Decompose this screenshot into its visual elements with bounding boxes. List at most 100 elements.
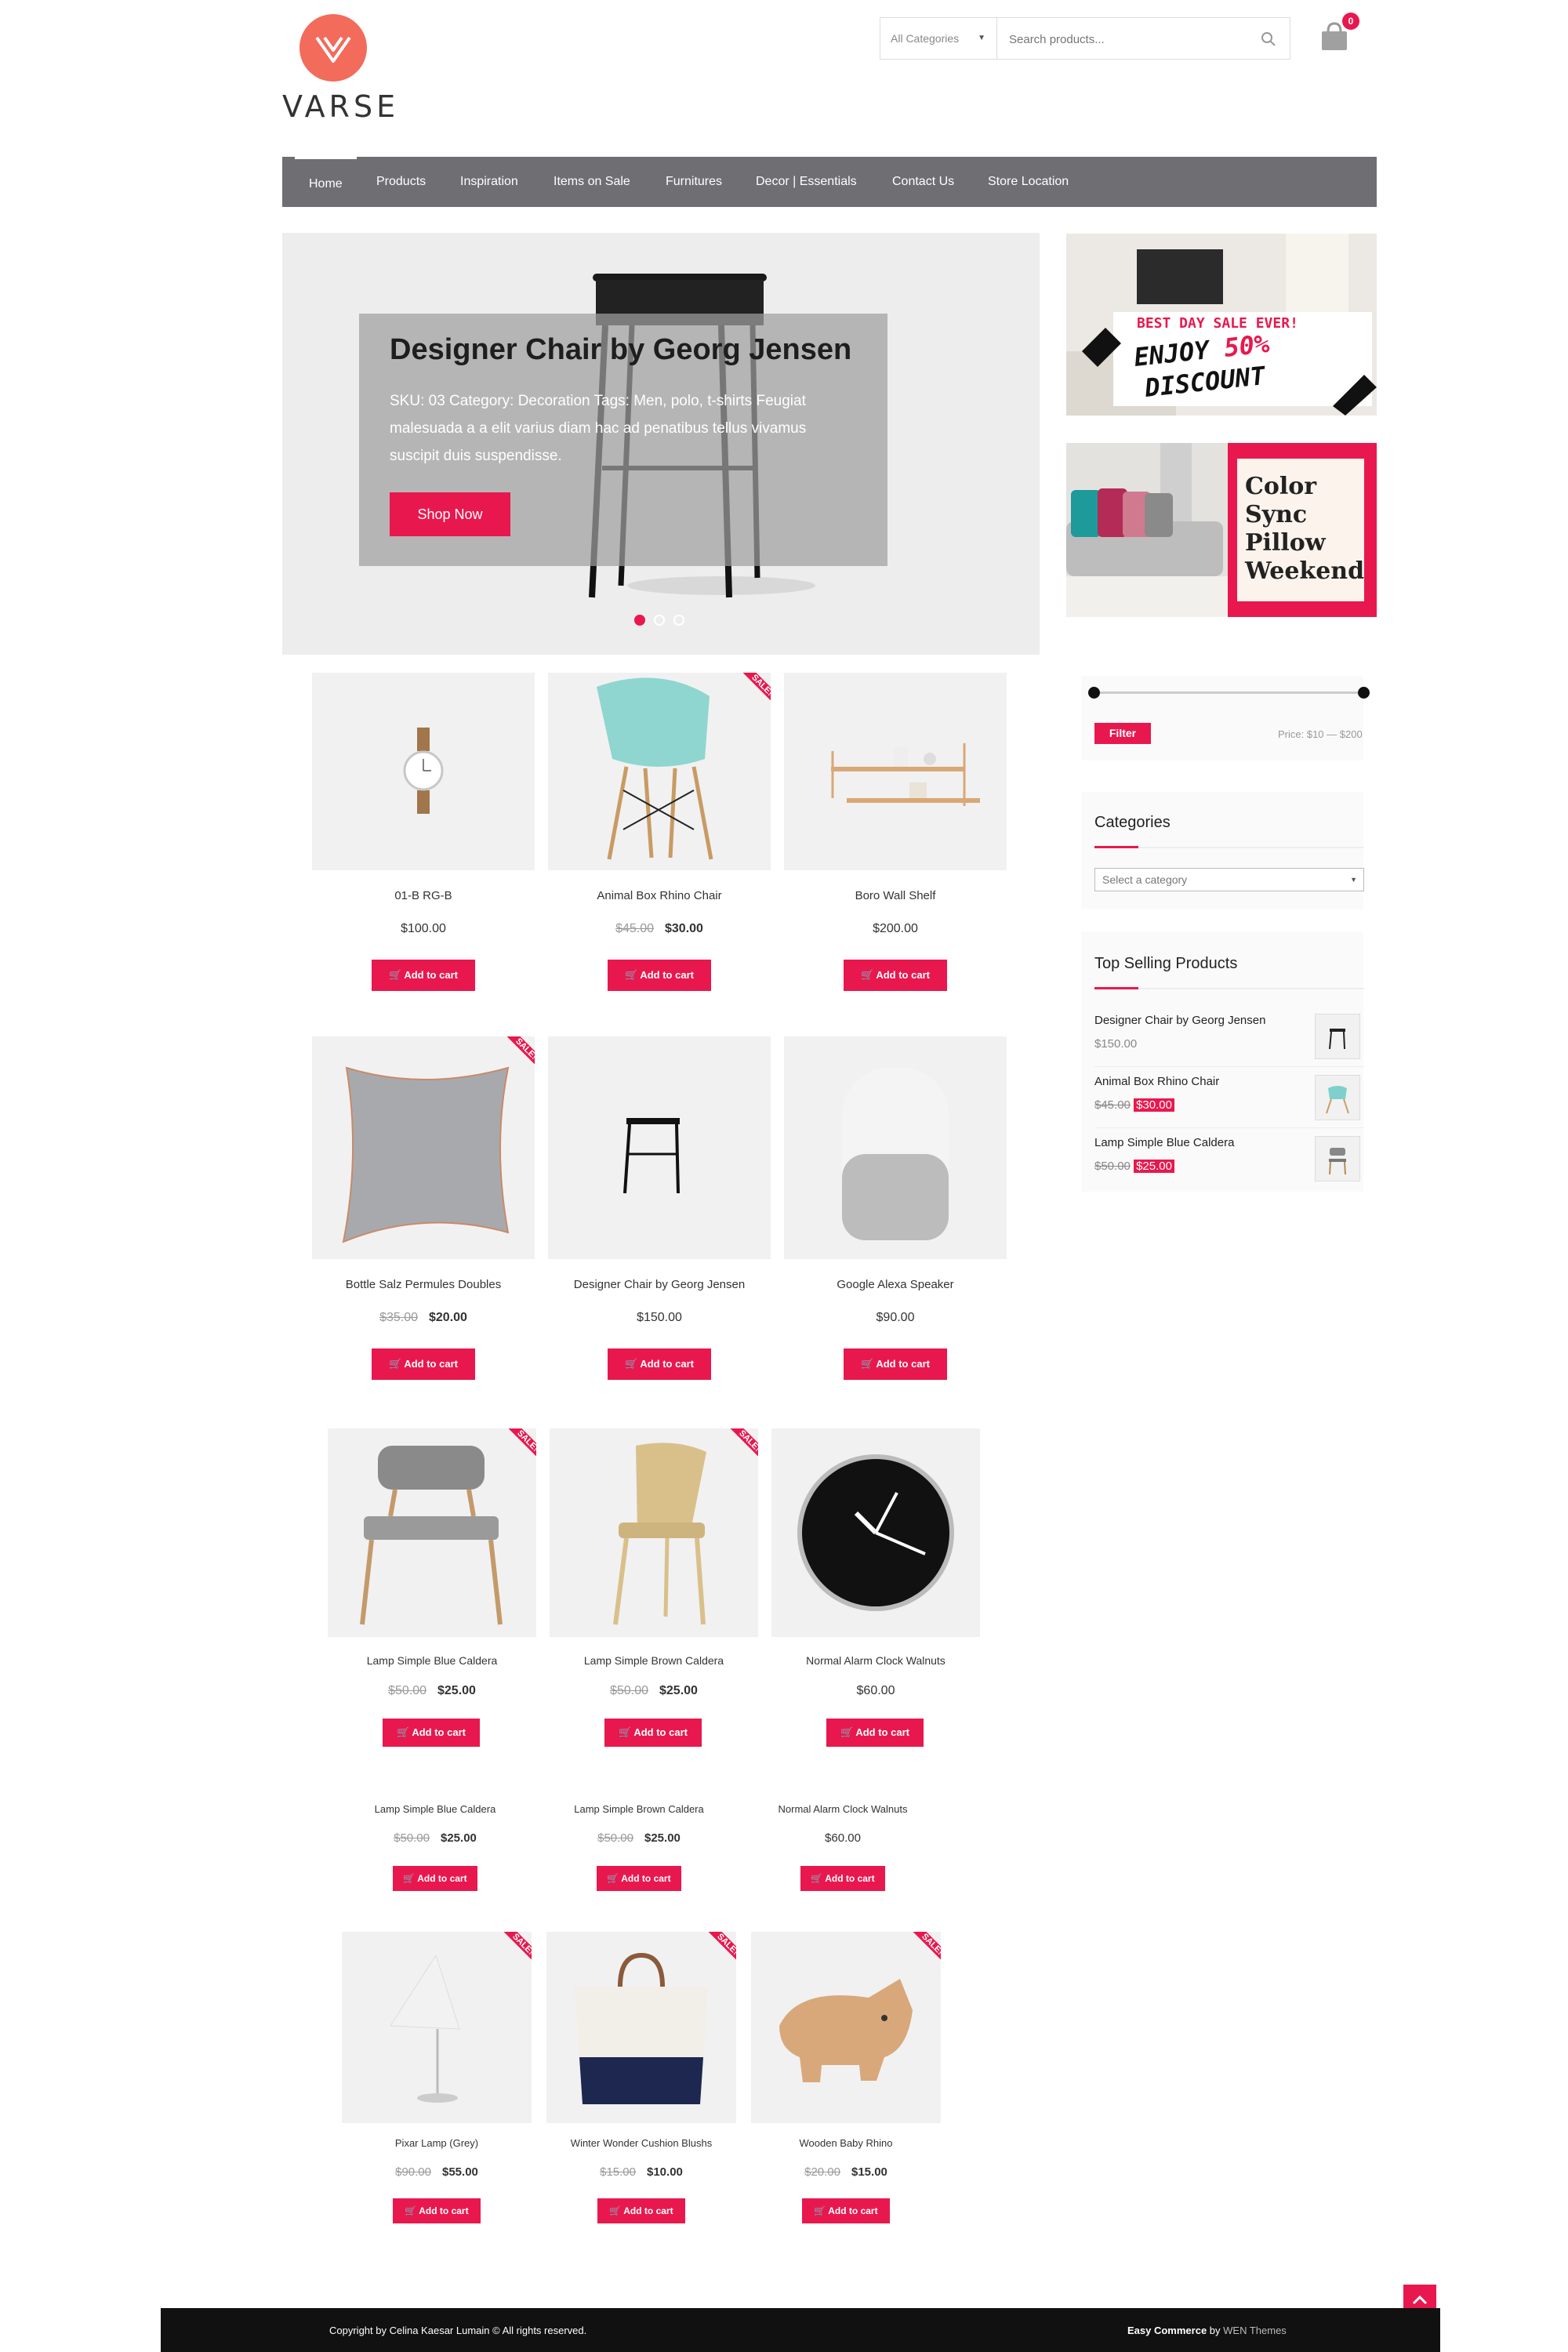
add-to-cart-button[interactable]: 🛒 Add to cart [597,1866,681,1891]
add-to-cart-button[interactable]: 🛒 Add to cart [802,2198,890,2223]
add-to-cart-button[interactable]: 🛒 Add to cart [844,1348,947,1380]
product-card[interactable]: 01-B RG-B $100.00 🛒 Add to cart [312,673,535,1022]
sale-banner-heading: BEST DAY SALE EVER! [1137,315,1298,332]
add-to-cart-button[interactable]: 🛒 Add to cart [826,1719,924,1747]
product-card[interactable]: SALE! Pixar Lamp (Grey) $90.00 $55.00 🛒 A… [342,1932,532,2253]
pillow-banner[interactable]: Color Sync Pillow Weekend [1066,443,1377,617]
product-name[interactable]: Boro Wall Shelf [784,889,1007,902]
sale-banner-percent: 50% [1222,328,1271,363]
cart-icon: 🛒 [619,1726,634,1738]
product-image[interactable] [312,673,535,870]
add-to-cart-button[interactable]: 🛒 Add to cart [393,2198,481,2223]
nav-item-decor-essentials[interactable]: Decor | Essentials [756,157,857,207]
nav-item-home[interactable]: Home [295,157,357,207]
add-to-cart-button[interactable]: 🛒 Add to cart [597,2198,685,2223]
logo-text[interactable]: VARSE [282,89,395,124]
top-selling-item-name[interactable]: Lamp Simple Blue Caldera [1094,1136,1234,1149]
categories-widget [1081,792,1363,909]
product-price: $200.00 [873,922,918,935]
product-name[interactable]: Animal Box Rhino Chair [548,889,771,902]
category-dropdown[interactable]: Select a category ▼ [1094,868,1364,891]
product-image[interactable] [771,1428,980,1637]
product-card[interactable]: Lamp Simple Brown Caldera $50.00 $25.00 🛒… [549,1792,729,1918]
add-to-cart-button[interactable]: 🛒 Add to cart [372,960,475,991]
top-selling-thumbnail[interactable] [1315,1014,1360,1059]
sale-badge: SALE! [722,1428,758,1465]
nav-item-inspiration[interactable]: Inspiration [460,157,518,207]
hero-description: SKU: 03 Category: Decoration Tags: Men, … [390,393,807,464]
product-card[interactable]: SALE! Lamp Simple Brown Caldera $50.00 $2… [550,1428,758,1773]
product-card[interactable]: Boro Wall Shelf $200.00 🛒 Add to cart [784,673,1007,1022]
category-select[interactable]: All Categories ▼ [880,17,997,60]
top-selling-item-name[interactable]: Animal Box Rhino Chair [1094,1075,1219,1088]
cart-count-badge: 0 [1342,13,1359,30]
product-name[interactable]: Lamp Simple Brown Caldera [550,1654,758,1667]
product-name[interactable]: Winter Wonder Cushion Blushs [546,2137,736,2149]
product-card[interactable]: SALE! Animal Box Rhino Chair $45.00 $30.0… [548,673,771,1022]
product-name[interactable]: Google Alexa Speaker [784,1278,1007,1291]
footer-credit-link[interactable]: WEN Themes [1223,2325,1287,2336]
product-price: $100.00 [401,922,446,935]
add-to-cart-button[interactable]: 🛒 Add to cart [608,960,711,991]
product-image[interactable] [784,1036,1007,1259]
top-selling-item-name[interactable]: Designer Chair by Georg Jensen [1094,1014,1265,1027]
cart-icon: 🛒 [397,1726,412,1738]
row-divider [1094,1127,1364,1128]
product-name[interactable]: 01-B RG-B [312,889,535,902]
search-input[interactable] [1007,19,1246,60]
product-name[interactable]: Normal Alarm Clock Walnuts [753,1803,933,1815]
shop-now-button[interactable]: Shop Now [390,492,510,536]
product-card[interactable]: SALE! Bottle Salz Permules Doubles $35.0… [312,1036,535,1405]
top-selling-thumbnail[interactable] [1315,1136,1360,1181]
add-to-cart-button[interactable]: 🛒 Add to cart [372,1348,475,1380]
cart-icon: 🛒 [607,1873,622,1884]
filter-button[interactable]: Filter [1094,723,1151,744]
product-card[interactable]: Normal Alarm Clock Walnuts $60.00 🛒 Add … [771,1428,980,1773]
slider-dot-1[interactable] [634,615,645,626]
product-card[interactable]: SALE! Lamp Simple Blue Caldera $50.00 $25… [328,1428,536,1773]
slider-dot-3[interactable] [673,615,684,626]
nav-item-store-location[interactable]: Store Location [988,157,1069,207]
footer-credit: Easy Commerce by WEN Themes [1127,2325,1287,2336]
product-name[interactable]: Pixar Lamp (Grey) [342,2137,532,2149]
sale-badge: SALE! [495,1932,532,1968]
product-card[interactable]: Lamp Simple Blue Caldera $50.00 $25.00 🛒 … [345,1792,525,1918]
product-name[interactable]: Bottle Salz Permules Doubles [312,1278,535,1291]
add-to-cart-button[interactable]: 🛒 Add to cart [844,960,947,991]
top-selling-accent [1094,987,1138,989]
add-to-cart-button[interactable]: 🛒 Add to cart [604,1719,702,1747]
search-icon[interactable] [1261,31,1276,47]
product-name[interactable]: Designer Chair by Georg Jensen [548,1278,771,1291]
product-image[interactable] [784,673,1007,870]
product-image[interactable] [548,1036,771,1259]
product-name[interactable]: Lamp Simple Brown Caldera [549,1803,729,1815]
footer-credit-theme[interactable]: Easy Commerce [1127,2325,1207,2336]
product-card[interactable]: Google Alexa Speaker $90.00 🛒 Add to car… [784,1036,1007,1405]
add-to-cart-button[interactable]: 🛒 Add to cart [383,1719,480,1747]
product-name[interactable]: Lamp Simple Blue Caldera [345,1803,525,1815]
product-name[interactable]: Normal Alarm Clock Walnuts [771,1654,980,1667]
nav-item-contact-us[interactable]: Contact Us [892,157,954,207]
nav-item-furnitures[interactable]: Furnitures [666,157,722,207]
add-to-cart-button[interactable]: 🛒 Add to cart [800,1866,885,1891]
product-card[interactable]: Designer Chair by Georg Jensen $150.00 🛒… [548,1036,771,1405]
nav-item-products[interactable]: Products [376,157,426,207]
product-name[interactable]: Lamp Simple Blue Caldera [328,1654,536,1667]
sale-badge: SALE! [500,1428,536,1465]
cart-icon: 🛒 [403,1873,418,1884]
product-card[interactable]: Normal Alarm Clock Walnuts $60.00 🛒 Add … [753,1792,933,1918]
product-card[interactable]: SALE! Wooden Baby Rhino $20.00 $15.00 🛒 A… [751,1932,941,2253]
slider-dot-2[interactable] [654,615,665,626]
sale-banner[interactable]: BEST DAY SALE EVER! ENJOY 50% DISCOUNT [1066,234,1377,416]
add-to-cart-button[interactable]: 🛒 Add to cart [393,1866,477,1891]
product-card[interactable]: SALE! Winter Wonder Cushion Blushs $15.0… [546,1932,736,2253]
cart-icon: 🛒 [840,1726,856,1738]
pillow-banner-text: Color Sync Pillow Weekend [1245,473,1365,585]
product-name[interactable]: Wooden Baby Rhino [751,2137,941,2149]
price-slider-min-handle[interactable] [1088,687,1100,699]
nav-item-items-on-sale[interactable]: Items on Sale [554,157,630,207]
price-slider-max-handle[interactable] [1358,687,1370,699]
add-to-cart-button[interactable]: 🛒 Add to cart [608,1348,711,1380]
top-selling-thumbnail[interactable] [1315,1075,1360,1120]
product-price: $60.00 [856,1684,895,1697]
